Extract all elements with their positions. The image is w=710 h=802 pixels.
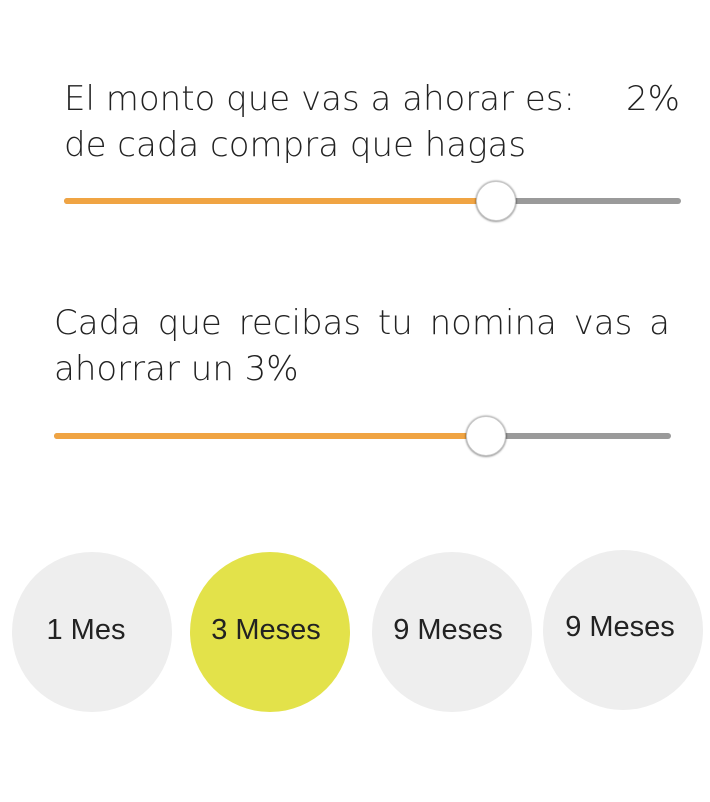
period-option-label: 3 Meses (211, 613, 321, 646)
period-option-label: 9 Meses (565, 610, 675, 643)
period-option-9-meses-alt[interactable]: 9 Meses (543, 550, 703, 710)
slider-thumb[interactable] (465, 416, 506, 456)
period-option-1-mes[interactable]: 1 Mes (12, 552, 172, 712)
slider-fill (54, 433, 486, 439)
purchase-savings-text: El monto que vas a ahorar es: 2% de cada… (64, 76, 680, 168)
salary-savings-slider[interactable] (54, 416, 671, 456)
period-option-9-meses[interactable]: 9 Meses (372, 552, 532, 712)
purchase-savings-label-line2: de cada compra que hagas (64, 125, 527, 165)
slider-fill (64, 198, 496, 204)
purchase-savings-slider[interactable] (64, 181, 681, 221)
period-option-label: 1 Mes (46, 613, 126, 646)
period-option-label: 9 Meses (393, 613, 503, 646)
period-option-3-meses[interactable]: 3 Meses (190, 552, 350, 712)
salary-savings-text: Cada que recibas tu nomina vas a ahorrar… (54, 303, 670, 389)
slider-thumb[interactable] (475, 181, 516, 221)
purchase-savings-value: 2% (626, 79, 680, 119)
purchase-savings-line1: El monto que vas a ahorar es: 2% (64, 76, 680, 122)
purchase-savings-label: El monto que vas a ahorar es: (64, 79, 575, 119)
